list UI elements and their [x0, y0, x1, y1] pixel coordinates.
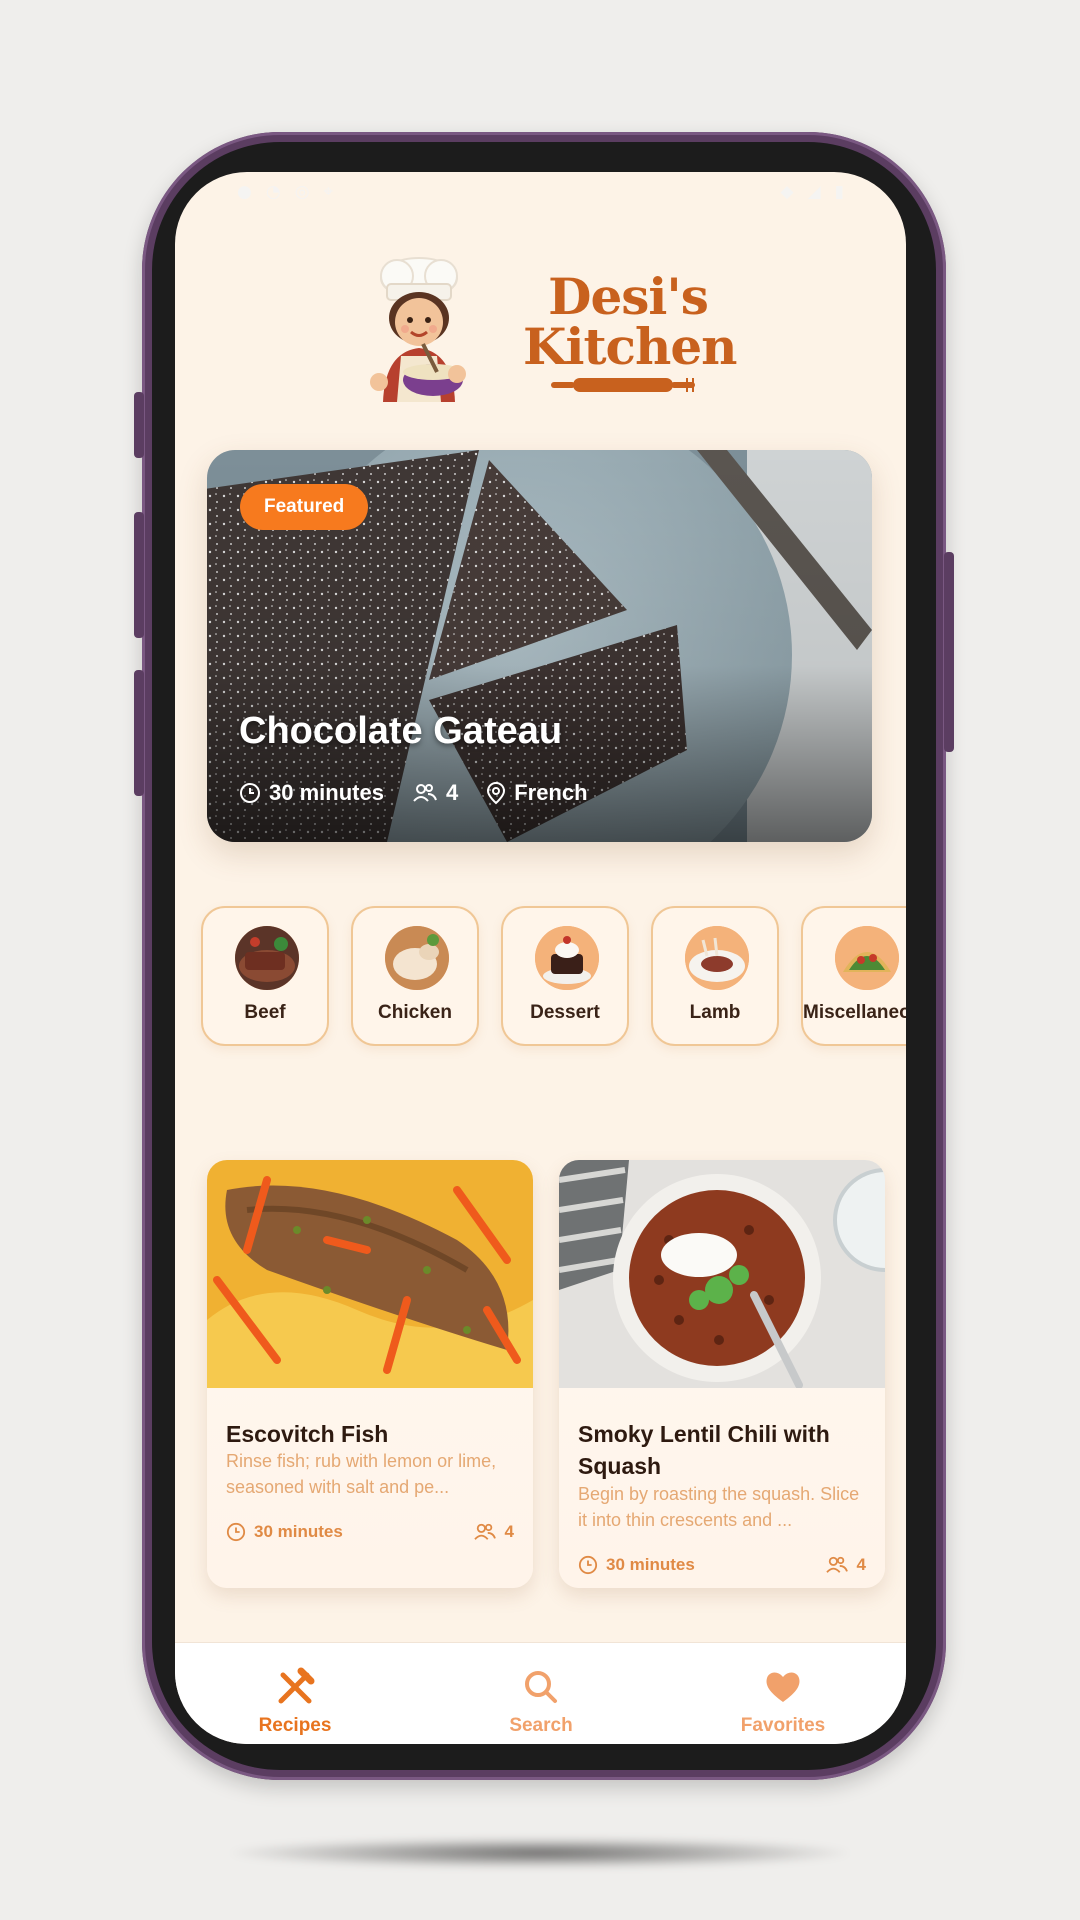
location-pin-icon [487, 781, 506, 805]
people-icon [825, 1556, 848, 1573]
category-label: Miscellaneous [803, 1002, 906, 1023]
rolling-pin-icon [551, 378, 695, 392]
category-label: Lamb [689, 1002, 741, 1023]
notification-icon: ◔ [265, 182, 281, 202]
status-right: ◆ ◢ ▮ [780, 182, 844, 202]
cast-icon: ◎ [294, 182, 310, 202]
recipe-card-escovitch-fish[interactable]: Escovitch Fish Rinse fish; rub with lemo… [207, 1160, 533, 1588]
dessert-thumbnail [535, 926, 599, 990]
clock-icon: ● [237, 182, 252, 202]
recipe-time-label: 30 minutes [606, 1555, 695, 1574]
chicken-thumbnail [385, 926, 449, 990]
side-button-left-2 [134, 512, 144, 638]
chef-mascot-icon [370, 257, 466, 402]
recipe-servings: 4 [825, 1555, 866, 1575]
category-label: Dessert [530, 1002, 600, 1023]
recipe-time-label: 30 minutes [254, 1522, 343, 1541]
featured-servings-label: 4 [445, 780, 459, 805]
featured-cuisine-label: French [514, 780, 588, 805]
category-lamb[interactable]: Lamb [651, 906, 779, 1046]
featured-recipe-card[interactable]: Featured Chocolate Gateau 30 minutes 4 F… [207, 450, 872, 842]
side-button-right [944, 552, 954, 752]
brand-logo: Desi's Kitchen [523, 267, 738, 392]
clock-icon [578, 1555, 598, 1575]
featured-meta: 30 minutes 4 French [239, 780, 616, 806]
featured-title: Chocolate Gateau [239, 710, 563, 752]
featured-cuisine: French [486, 780, 588, 806]
recipe-description: Begin by roasting the squash. Slice it i… [578, 1481, 868, 1533]
recipe-image [559, 1160, 885, 1388]
brand-line-1: Desi's [548, 267, 709, 326]
lamb-thumbnail [685, 926, 749, 990]
recipe-servings-label: 4 [504, 1522, 514, 1541]
category-dessert[interactable]: Dessert [501, 906, 629, 1046]
category-list: Beef Chicken Dessert Lamb Miscellaneo [201, 906, 906, 1050]
category-beef[interactable]: Beef [201, 906, 329, 1046]
recipe-description-text: Begin by roasting the squash. Slice it i… [578, 1484, 860, 1530]
miscellaneous-thumbnail [835, 926, 899, 990]
recipe-servings: 4 [473, 1522, 514, 1542]
featured-badge: Featured [240, 484, 369, 530]
recipe-time: 30 minutes [226, 1522, 343, 1542]
people-icon [413, 784, 437, 802]
side-button-left-1 [134, 392, 144, 458]
recipe-title: Escovitch Fish [226, 1421, 389, 1447]
clock-icon [240, 783, 260, 803]
recipe-image [207, 1160, 533, 1388]
bottom-navigation: Recipes Search Favorites [175, 1642, 906, 1744]
recipe-time: 30 minutes [578, 1555, 695, 1575]
device-shadow [230, 1838, 850, 1868]
app-header: Desi's Kitchen [175, 252, 906, 402]
status-bar: ● ◔ ◎ ⌖ ◆ ◢ ▮ [175, 172, 906, 212]
nav-favorites-label: Favorites [740, 1715, 826, 1736]
wifi-icon: ◆ [780, 182, 794, 202]
featured-time-label: 30 minutes [269, 780, 384, 805]
recipe-meta: 30 minutes 4 [578, 1555, 866, 1575]
featured-time: 30 minutes [239, 780, 384, 806]
category-label: Chicken [378, 1002, 452, 1023]
location-icon: ⌖ [323, 182, 334, 202]
beef-thumbnail [235, 926, 299, 990]
battery-icon: ▮ [834, 182, 844, 202]
status-left: ● ◔ ◎ ⌖ [237, 182, 333, 202]
nav-search[interactable]: Search [441, 1643, 641, 1744]
recipe-description: Rinse fish; rub with lemon or lime, seas… [226, 1448, 516, 1500]
recipe-list: Escovitch Fish Rinse fish; rub with lemo… [207, 1160, 906, 1590]
nav-recipes-label: Recipes [258, 1715, 332, 1736]
nav-recipes[interactable]: Recipes [195, 1643, 395, 1744]
featured-servings: 4 [412, 780, 458, 806]
clock-icon [226, 1522, 246, 1542]
nav-search-label: Search [509, 1715, 573, 1736]
recipe-title: Smoky Lentil Chili with Squash [578, 1421, 830, 1479]
recipe-servings-label: 4 [856, 1555, 866, 1574]
brand-line-2: Kitchen [523, 317, 738, 376]
recipe-meta: 30 minutes 4 [226, 1522, 514, 1542]
category-chicken[interactable]: Chicken [351, 906, 479, 1046]
recipe-card-smoky-lentil-chili[interactable]: Smoky Lentil Chili with Squash Begin by … [559, 1160, 885, 1588]
signal-icon: ◢ [807, 182, 821, 202]
side-button-left-3 [134, 670, 144, 796]
people-icon [473, 1523, 496, 1540]
fork-knife-icon [278, 1667, 315, 1704]
nav-favorites[interactable]: Favorites [683, 1643, 883, 1744]
category-label: Beef [244, 1002, 286, 1023]
category-miscellaneous[interactable]: Miscellaneous [801, 906, 906, 1046]
recipe-description-text: Rinse fish; rub with lemon or lime, seas… [226, 1451, 497, 1497]
search-icon [525, 1671, 557, 1703]
heart-icon [766, 1672, 800, 1702]
app-screen: ● ◔ ◎ ⌖ ◆ ◢ ▮ Desi's Kitchen Featured Ch… [175, 172, 906, 1744]
